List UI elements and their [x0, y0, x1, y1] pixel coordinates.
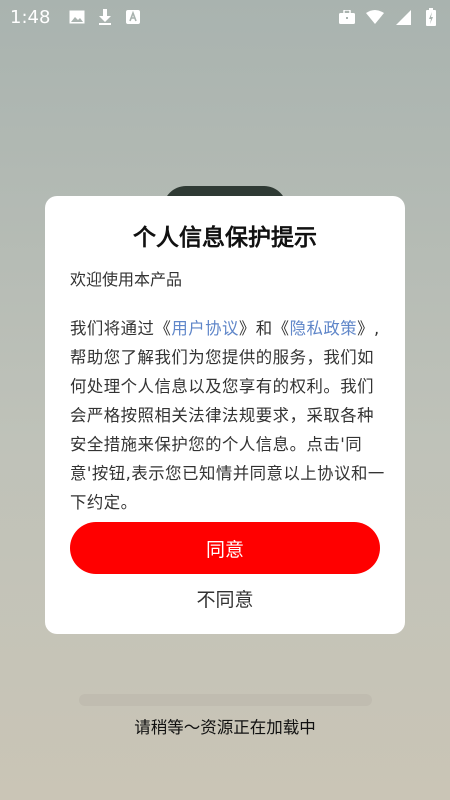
- dialog-title: 个人信息保护提示: [133, 225, 317, 251]
- status-right-icons: [338, 8, 440, 26]
- loading-text: 请稍等～资源正在加载中: [134, 718, 316, 737]
- privacy-dialog: 个人信息保护提示 欢迎使用本产品 我们将通过《用户协议》和《隐私政策》,帮助您了…: [45, 196, 405, 634]
- agree-button[interactable]: 同意: [70, 522, 380, 574]
- download-icon: [96, 8, 114, 26]
- welcome-text: 欢迎使用本产品: [70, 270, 183, 289]
- briefcase-icon: [338, 8, 356, 26]
- status-time: 1:48: [10, 6, 51, 28]
- wifi-icon: [366, 8, 384, 26]
- image-icon: [68, 8, 86, 26]
- body-text-part1: 我们将通过《: [70, 319, 172, 338]
- body-text-part3: 》,帮助您了解我们为您提供的服务，我们如何处理个人信息以及您享有的权利。我们会严…: [70, 319, 385, 512]
- battery-icon: [422, 8, 440, 26]
- loading-progress-bar: [79, 694, 372, 706]
- privacy-policy-link[interactable]: 隐私政策: [290, 319, 358, 338]
- status-bar: 1:48: [0, 0, 450, 34]
- font-a-icon: [124, 8, 142, 26]
- body-text-part2: 》和《: [238, 319, 290, 338]
- dialog-body: 我们将通过《用户协议》和《隐私政策》,帮助您了解我们为您提供的服务，我们如何处理…: [70, 314, 385, 517]
- user-agreement-link[interactable]: 用户协议: [171, 319, 239, 338]
- signal-icon: [394, 8, 412, 26]
- disagree-button[interactable]: 不同意: [70, 580, 380, 616]
